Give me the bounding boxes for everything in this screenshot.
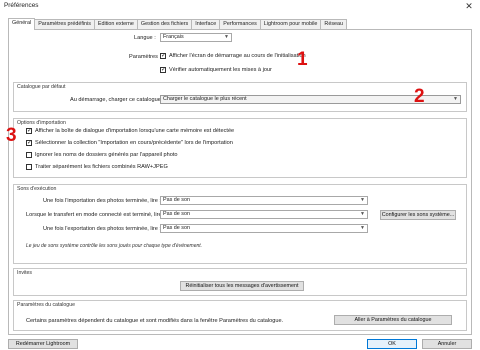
tab-performance[interactable]: Performances xyxy=(219,19,261,29)
default-catalog-title: Catalogue par défaut xyxy=(17,84,66,90)
annotation-marker-2: 2 xyxy=(414,86,425,107)
tab-file-handling[interactable]: Gestion des fichiers xyxy=(136,19,193,29)
chevron-down-icon: ▼ xyxy=(360,211,365,217)
catalog-settings-group: Paramètres du catalogue Certains paramèt… xyxy=(13,300,467,331)
select-current-import-label: Sélectionner la collection "Importation … xyxy=(35,140,233,146)
tab-presets[interactable]: Paramètres prédéfinis xyxy=(34,19,95,29)
import-dialog-label: Afficher la boîte de dialogue d'importat… xyxy=(35,128,235,134)
checkbox-empty-icon xyxy=(26,164,32,170)
check-updates-label: Vérifier automatiquement les mises à jou… xyxy=(169,67,272,73)
chevron-down-icon: ▼ xyxy=(453,96,458,102)
title-bar: Préférences ✕ xyxy=(0,0,480,14)
checkbox-check-icon: ✓ xyxy=(160,67,166,73)
close-icon[interactable]: ✕ xyxy=(458,0,480,12)
show-splash-checkbox[interactable]: ✓ Afficher l'écran de démarrage au cours… xyxy=(160,53,306,59)
checkbox-empty-icon xyxy=(26,152,32,158)
ignore-folder-names-checkbox[interactable]: Ignorer les noms de dossiers générés par… xyxy=(26,152,178,158)
show-splash-label: Afficher l'écran de démarrage au cours d… xyxy=(169,53,306,59)
startup-catalog-value: Charger le catalogue le plus récent xyxy=(163,96,247,102)
reset-warnings-button[interactable]: Réinitialiser tous les messages d'averti… xyxy=(180,281,304,291)
window-title: Préférences xyxy=(4,2,39,9)
chevron-down-icon: ▼ xyxy=(224,34,229,40)
ok-button[interactable]: OK xyxy=(367,339,417,349)
go-to-catalog-settings-button[interactable]: Aller à Paramètres du catalogue xyxy=(334,315,452,325)
tab-external-editing[interactable]: Edition externe xyxy=(93,19,138,29)
tab-bar: Général Paramètres prédéfinis Edition ex… xyxy=(8,18,348,30)
import-options-group: Options d'importation ✓ Afficher la boît… xyxy=(13,118,467,178)
tab-interface[interactable]: Interface xyxy=(191,19,221,29)
catalog-settings-text: Certains paramètres dépendent du catalog… xyxy=(26,318,284,324)
annotation-marker-1: 1 xyxy=(297,49,308,70)
restart-lightroom-button[interactable]: Redémarrer Lightroom xyxy=(8,339,78,349)
sound-export-select[interactable]: Pas de son ▼ xyxy=(160,224,368,233)
sound-export-label: Une fois l'exportation des photos termin… xyxy=(43,226,161,232)
catalog-settings-title: Paramètres du catalogue xyxy=(17,302,75,308)
language-select[interactable]: Français ▼ xyxy=(160,33,232,42)
tab-general[interactable]: Général xyxy=(8,18,36,30)
raw-jpeg-separate-checkbox[interactable]: Traiter séparément les fichiers combinés… xyxy=(26,164,168,170)
prompts-group: Invites Réinitialiser tous les messages … xyxy=(13,268,467,296)
tab-network[interactable]: Réseau xyxy=(320,19,348,29)
sound-tether-value: Pas de son xyxy=(163,211,190,217)
annotation-marker-3: 3 xyxy=(6,125,17,146)
sound-import-value: Pas de son xyxy=(163,197,190,203)
default-catalog-group: Catalogue par défaut Au démarrage, charg… xyxy=(13,82,467,112)
startup-catalog-label: Au démarrage, charger ce catalogue : xyxy=(70,97,164,103)
sound-export-value: Pas de son xyxy=(163,225,190,231)
sound-import-label: Une fois l'importation des photos termin… xyxy=(43,198,161,204)
checkbox-check-icon: ✓ xyxy=(26,128,32,134)
check-updates-checkbox[interactable]: ✓ Vérifier automatiquement les mises à j… xyxy=(160,67,272,73)
sound-tether-select[interactable]: Pas de son ▼ xyxy=(160,210,368,219)
language-label: Langue : xyxy=(134,35,156,41)
params-label: Paramètres : xyxy=(129,54,162,60)
chevron-down-icon: ▼ xyxy=(360,197,365,203)
chevron-down-icon: ▼ xyxy=(360,225,365,231)
tab-mobile[interactable]: Lightroom pour mobile xyxy=(259,19,322,29)
sound-import-select[interactable]: Pas de son ▼ xyxy=(160,196,368,205)
raw-jpeg-separate-label: Traiter séparément les fichiers combinés… xyxy=(35,164,168,170)
sounds-group: Sons d'exécution Une fois l'importation … xyxy=(13,184,467,264)
select-current-import-checkbox[interactable]: ✓ Sélectionner la collection "Importatio… xyxy=(26,140,233,146)
cancel-button[interactable]: Annuler xyxy=(422,339,472,349)
ignore-folder-names-label: Ignorer les noms de dossiers générés par… xyxy=(35,152,178,158)
sounds-note: Le jeu de sons système contrôle les sons… xyxy=(26,243,203,249)
sounds-title: Sons d'exécution xyxy=(17,186,57,192)
language-value: Français xyxy=(163,34,184,40)
sound-tether-label: Lorsque le transfert en mode connecté es… xyxy=(26,212,165,218)
configure-sounds-button[interactable]: Configurer les sons système... xyxy=(380,210,456,220)
checkbox-check-icon: ✓ xyxy=(160,53,166,59)
general-panel: Langue : Français ▼ Paramètres : ✓ Affic… xyxy=(8,29,472,335)
import-dialog-checkbox[interactable]: ✓ Afficher la boîte de dialogue d'import… xyxy=(26,128,234,134)
prompts-title: Invites xyxy=(17,270,32,276)
checkbox-check-icon: ✓ xyxy=(26,140,32,146)
import-options-title: Options d'importation xyxy=(17,120,66,126)
